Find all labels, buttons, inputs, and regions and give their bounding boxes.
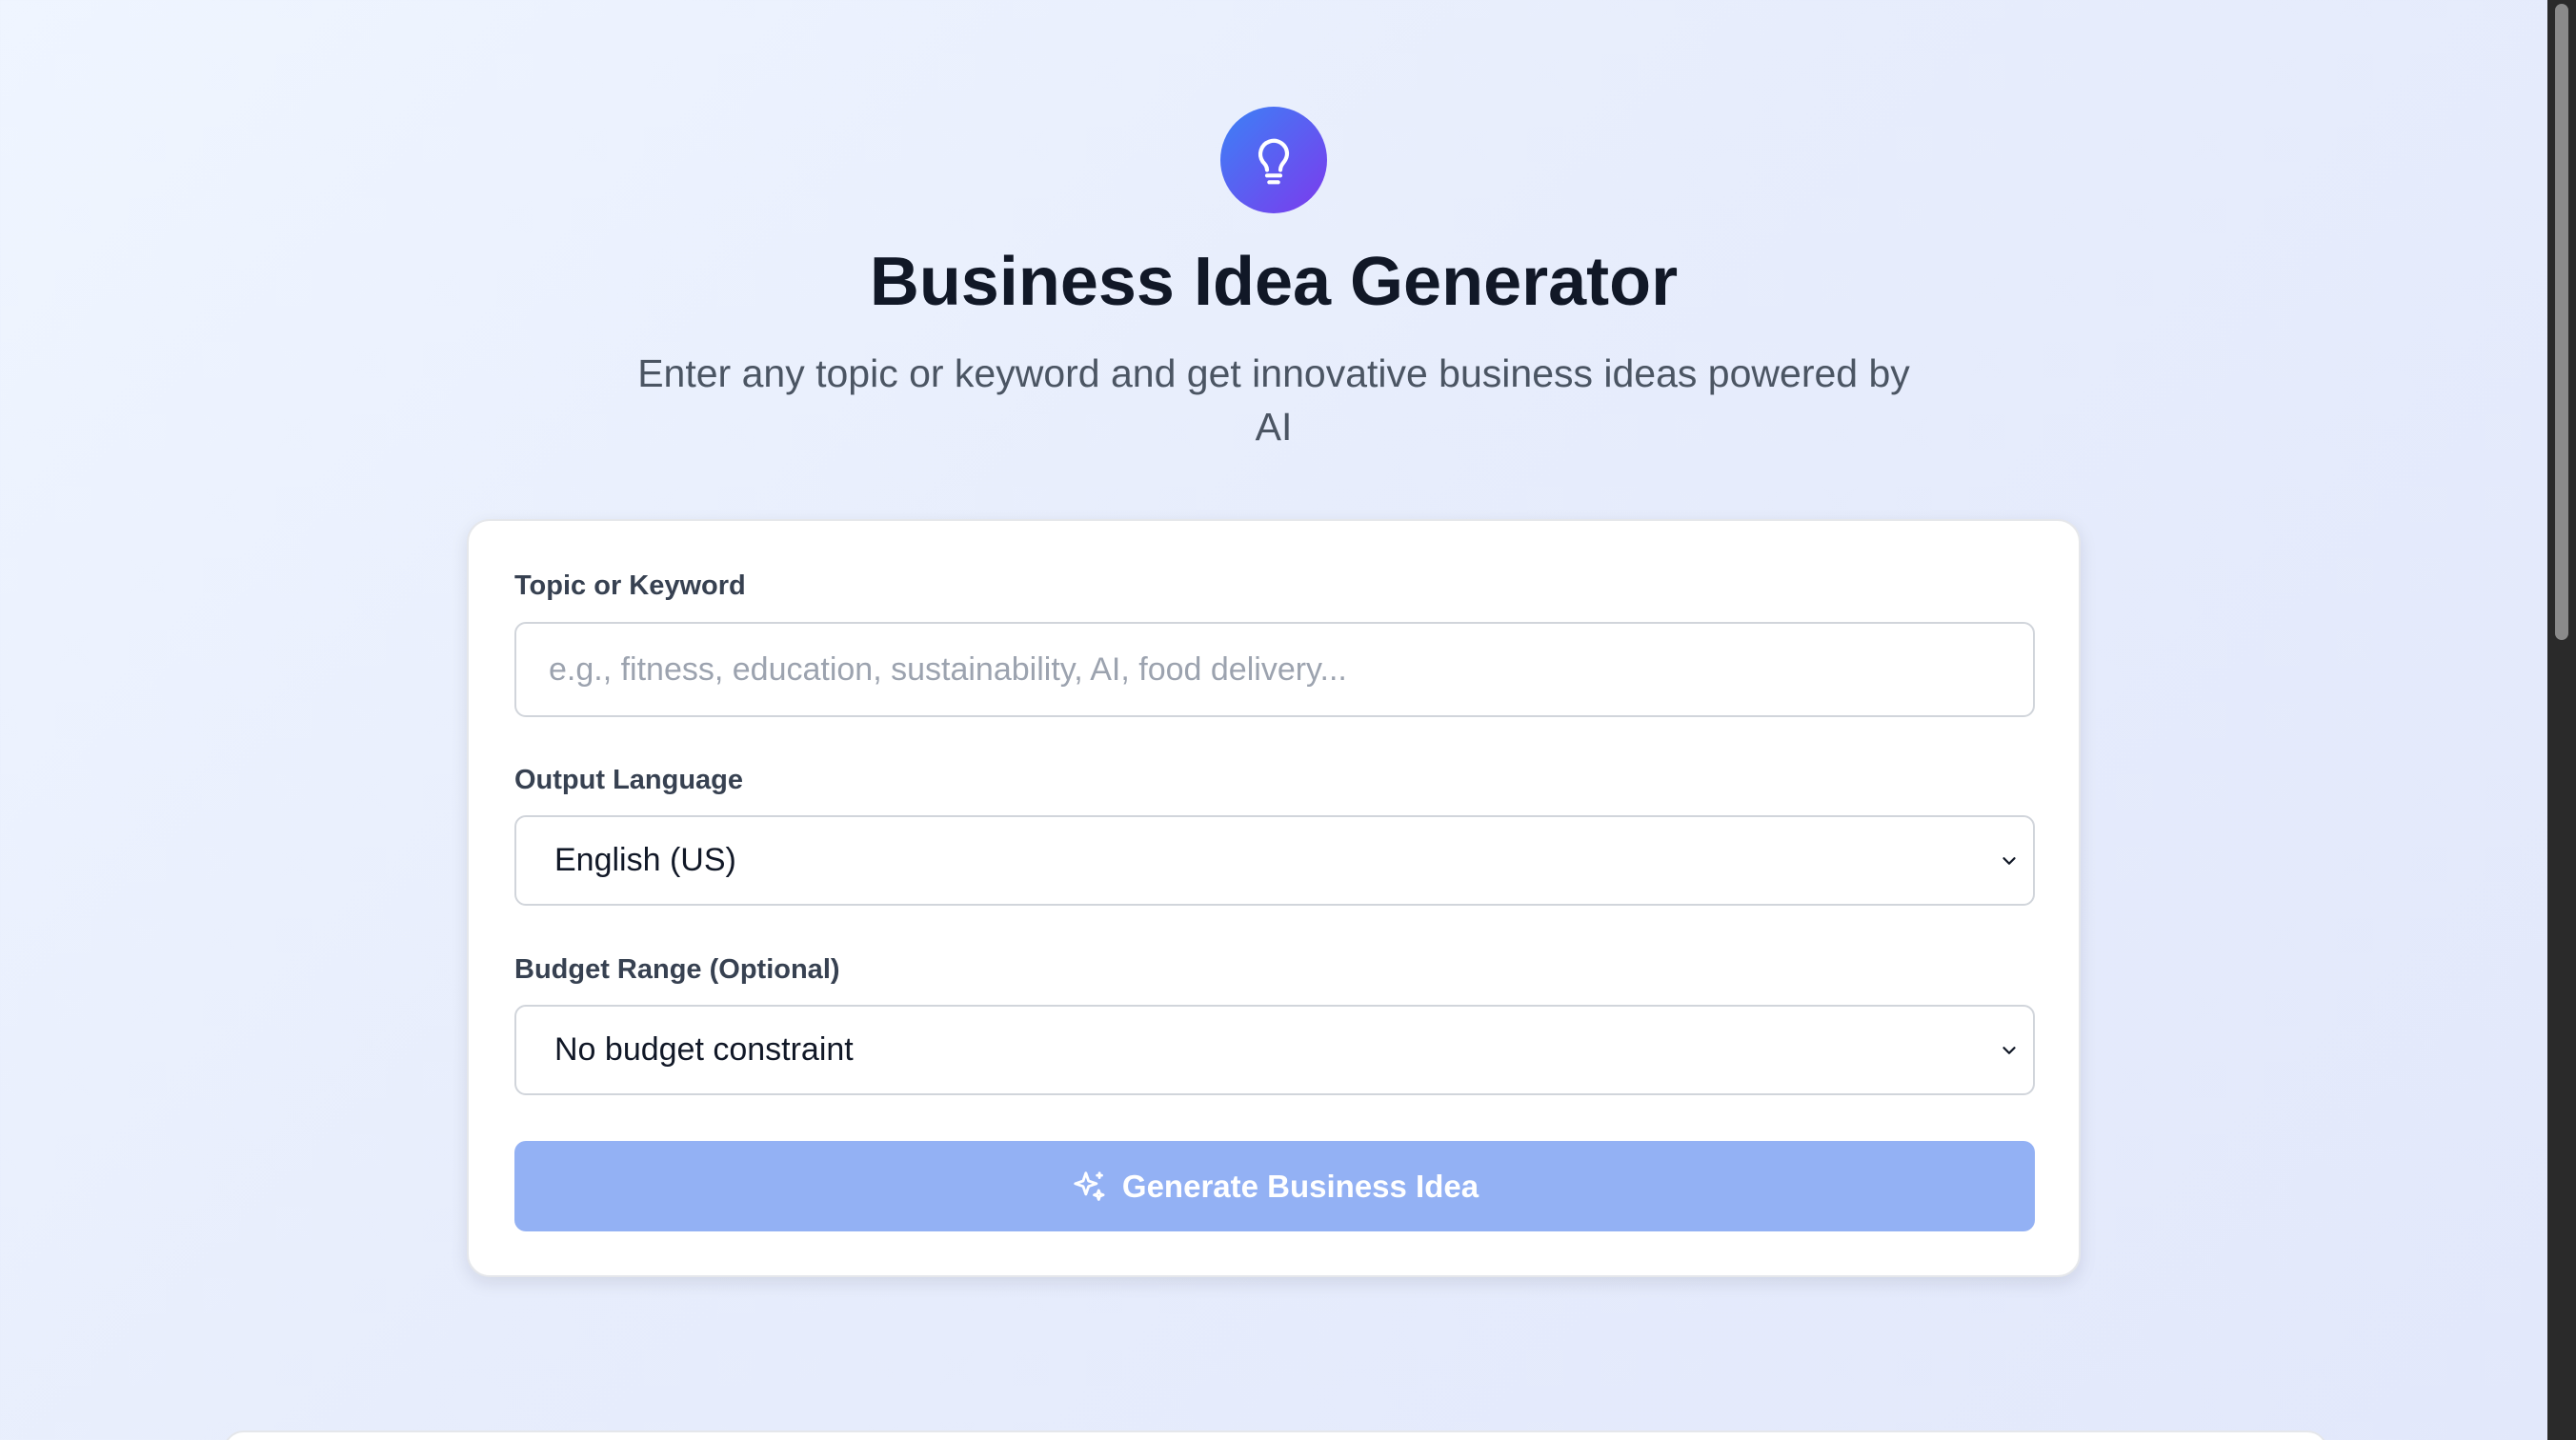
topic-field[interactable]: [514, 622, 2035, 717]
sparkles-icon: [1074, 1170, 1105, 1201]
lightbulb-icon: [1258, 138, 1290, 185]
language-select[interactable]: English (US): [514, 815, 2035, 906]
page: Business Idea Generator Enter any topic …: [0, 0, 2547, 1440]
generate-idea-button[interactable]: Generate Business Idea: [514, 1141, 2035, 1231]
budget-selected-value: No budget constraint: [554, 1031, 854, 1068]
budget-label: Budget Range (Optional): [514, 954, 840, 985]
idea-form-card: Topic or Keyword Output Language English…: [467, 519, 2081, 1277]
topic-label: Topic or Keyword: [514, 570, 746, 601]
page-title: Business Idea Generator: [869, 244, 1679, 320]
page-scrollbar[interactable]: [2547, 0, 2576, 1440]
lightbulb-logo: [1220, 107, 1327, 213]
language-selected-value: English (US): [554, 842, 736, 878]
topic-input[interactable]: [547, 650, 2002, 690]
page-subtitle: Enter any topic or keyword and get innov…: [637, 351, 1910, 449]
chevron-down-icon: [2002, 1046, 2016, 1054]
budget-select[interactable]: No budget constraint: [514, 1005, 2035, 1095]
scrollbar-thumb[interactable]: [2555, 4, 2568, 640]
results-card: [223, 1430, 2328, 1440]
language-label: Output Language: [514, 765, 744, 795]
chevron-down-icon: [2002, 856, 2016, 865]
generate-idea-button-label: Generate Business Idea: [1121, 1168, 1479, 1204]
